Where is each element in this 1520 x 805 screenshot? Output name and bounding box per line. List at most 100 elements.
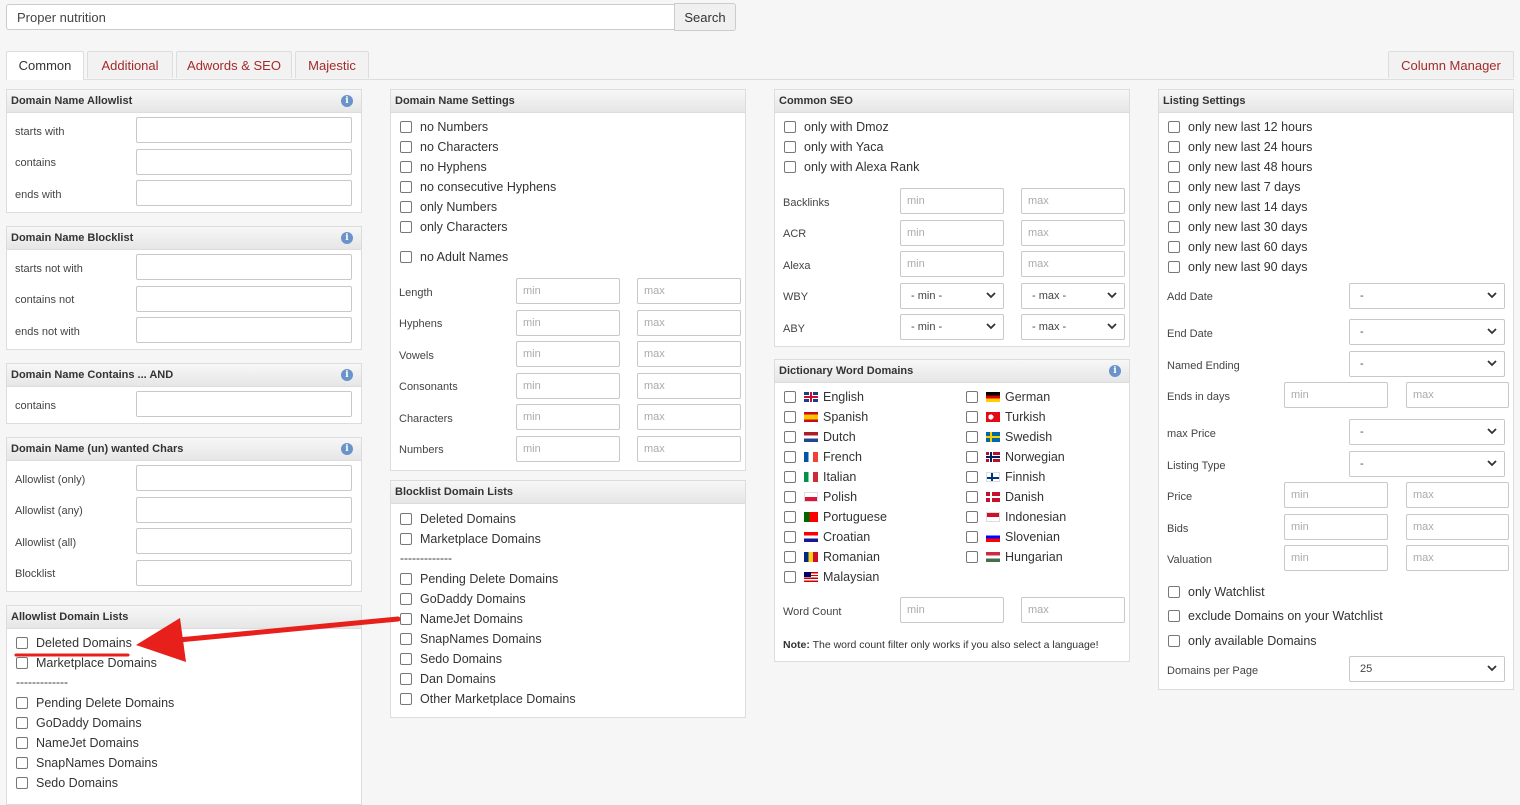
- checkbox[interactable]: [966, 551, 978, 563]
- consonants-min-input[interactable]: min: [516, 373, 620, 399]
- block-pending-delete-checkbox[interactable]: Pending Delete Domains: [400, 572, 558, 586]
- checkbox[interactable]: [400, 573, 412, 585]
- checkbox[interactable]: [1168, 221, 1180, 233]
- checkbox[interactable]: [16, 717, 28, 729]
- lang-slovenian-checkbox[interactable]: Slovenian: [966, 530, 1060, 544]
- lang-english-checkbox[interactable]: English: [784, 390, 864, 404]
- checkbox[interactable]: [966, 411, 978, 423]
- checkbox[interactable]: [966, 451, 978, 463]
- allowlist-any-input[interactable]: [136, 497, 352, 523]
- lang-portuguese-checkbox[interactable]: Portuguese: [784, 510, 887, 524]
- checkbox[interactable]: [16, 657, 28, 669]
- lang-french-checkbox[interactable]: French: [784, 450, 862, 464]
- checkbox[interactable]: [784, 491, 796, 503]
- wby-max-select[interactable]: - max -: [1021, 283, 1125, 309]
- checkbox[interactable]: [1168, 121, 1180, 133]
- block-sedo-checkbox[interactable]: Sedo Domains: [400, 652, 502, 666]
- length-min-input[interactable]: min: [516, 278, 620, 304]
- backlinks-min-input[interactable]: min: [900, 188, 1004, 214]
- block-deleted-domains-checkbox[interactable]: Deleted Domains: [400, 512, 516, 526]
- block-godaddy-checkbox[interactable]: GoDaddy Domains: [400, 592, 526, 606]
- lang-spanish-checkbox[interactable]: Spanish: [784, 410, 868, 424]
- vowels-max-input[interactable]: max: [637, 341, 741, 367]
- checkbox[interactable]: [400, 161, 412, 173]
- checkbox[interactable]: [400, 513, 412, 525]
- backlinks-max-input[interactable]: max: [1021, 188, 1125, 214]
- no-adult-names-checkbox[interactable]: no Adult Names: [400, 250, 508, 264]
- ends-with-input[interactable]: [136, 180, 352, 206]
- hyphens-min-input[interactable]: min: [516, 310, 620, 336]
- length-max-input[interactable]: max: [637, 278, 741, 304]
- only-available-checkbox[interactable]: only available Domains: [1168, 634, 1317, 648]
- domains-per-page-select[interactable]: 25: [1349, 656, 1505, 682]
- lang-swedish-checkbox[interactable]: Swedish: [966, 430, 1052, 444]
- exclude-watchlist-checkbox[interactable]: exclude Domains on your Watchlist: [1168, 609, 1383, 623]
- only-numbers-checkbox[interactable]: only Numbers: [400, 200, 497, 214]
- lang-german-checkbox[interactable]: German: [966, 390, 1050, 404]
- checkbox[interactable]: [784, 451, 796, 463]
- acr-max-input[interactable]: max: [1021, 220, 1125, 246]
- checkbox[interactable]: [784, 531, 796, 543]
- ends-not-with-input[interactable]: [136, 317, 352, 343]
- characters-max-input[interactable]: max: [637, 404, 741, 430]
- search-input[interactable]: [6, 4, 674, 30]
- checkbox[interactable]: [966, 471, 978, 483]
- only-yaca-checkbox[interactable]: only with Yaca: [784, 140, 883, 154]
- end-date-select[interactable]: -: [1349, 319, 1505, 345]
- vowels-min-input[interactable]: min: [516, 341, 620, 367]
- consonants-max-input[interactable]: max: [637, 373, 741, 399]
- starts-with-input[interactable]: [136, 117, 352, 143]
- allow-deleted-domains-checkbox[interactable]: Deleted Domains: [16, 636, 132, 650]
- new-48h-checkbox[interactable]: only new last 48 hours: [1168, 160, 1312, 174]
- price-max-input[interactable]: max: [1406, 482, 1509, 508]
- allow-namejet-checkbox[interactable]: NameJet Domains: [16, 736, 139, 750]
- checkbox[interactable]: [784, 511, 796, 523]
- contains-not-input[interactable]: [136, 286, 352, 312]
- checkbox[interactable]: [16, 757, 28, 769]
- checkbox[interactable]: [1168, 161, 1180, 173]
- alexa-min-input[interactable]: min: [900, 251, 1004, 277]
- wby-min-select[interactable]: - min -: [900, 283, 1004, 309]
- block-marketplace-domains-checkbox[interactable]: Marketplace Domains: [400, 532, 541, 546]
- lang-polish-checkbox[interactable]: Polish: [784, 490, 857, 504]
- lang-malaysian-checkbox[interactable]: Malaysian: [784, 570, 879, 584]
- bids-max-input[interactable]: max: [1406, 514, 1509, 540]
- info-icon[interactable]: i: [341, 95, 353, 107]
- checkbox[interactable]: [400, 251, 412, 263]
- info-icon[interactable]: i: [341, 232, 353, 244]
- checkbox[interactable]: [1168, 610, 1180, 622]
- checkbox[interactable]: [400, 121, 412, 133]
- checkbox[interactable]: [784, 411, 796, 423]
- checkbox[interactable]: [966, 391, 978, 403]
- only-watchlist-checkbox[interactable]: only Watchlist: [1168, 585, 1265, 599]
- checkbox[interactable]: [784, 571, 796, 583]
- ends-in-days-max-input[interactable]: max: [1406, 382, 1509, 408]
- new-12h-checkbox[interactable]: only new last 12 hours: [1168, 120, 1312, 134]
- info-icon[interactable]: i: [341, 443, 353, 455]
- checkbox[interactable]: [400, 221, 412, 233]
- checkbox[interactable]: [784, 121, 796, 133]
- ends-in-days-min-input[interactable]: min: [1284, 382, 1388, 408]
- tab-additional[interactable]: Additional: [87, 51, 173, 78]
- search-button[interactable]: Search: [674, 3, 736, 31]
- listing-type-select[interactable]: -: [1349, 451, 1505, 477]
- block-namejet-checkbox[interactable]: NameJet Domains: [400, 612, 523, 626]
- only-characters-checkbox[interactable]: only Characters: [400, 220, 508, 234]
- starts-not-with-input[interactable]: [136, 254, 352, 280]
- checkbox[interactable]: [784, 551, 796, 563]
- checkbox[interactable]: [400, 141, 412, 153]
- tab-majestic[interactable]: Majestic: [295, 51, 369, 78]
- checkbox[interactable]: [400, 633, 412, 645]
- new-14d-checkbox[interactable]: only new last 14 days: [1168, 200, 1308, 214]
- lang-italian-checkbox[interactable]: Italian: [784, 470, 856, 484]
- price-min-input[interactable]: min: [1284, 482, 1388, 508]
- checkbox[interactable]: [784, 161, 796, 173]
- checkbox[interactable]: [784, 141, 796, 153]
- checkbox[interactable]: [16, 777, 28, 789]
- add-date-select[interactable]: -: [1349, 283, 1505, 309]
- lang-finnish-checkbox[interactable]: Finnish: [966, 470, 1045, 484]
- lang-dutch-checkbox[interactable]: Dutch: [784, 430, 856, 444]
- checkbox[interactable]: [400, 533, 412, 545]
- checkbox[interactable]: [400, 613, 412, 625]
- tab-adwords-seo[interactable]: Adwords & SEO: [176, 51, 292, 78]
